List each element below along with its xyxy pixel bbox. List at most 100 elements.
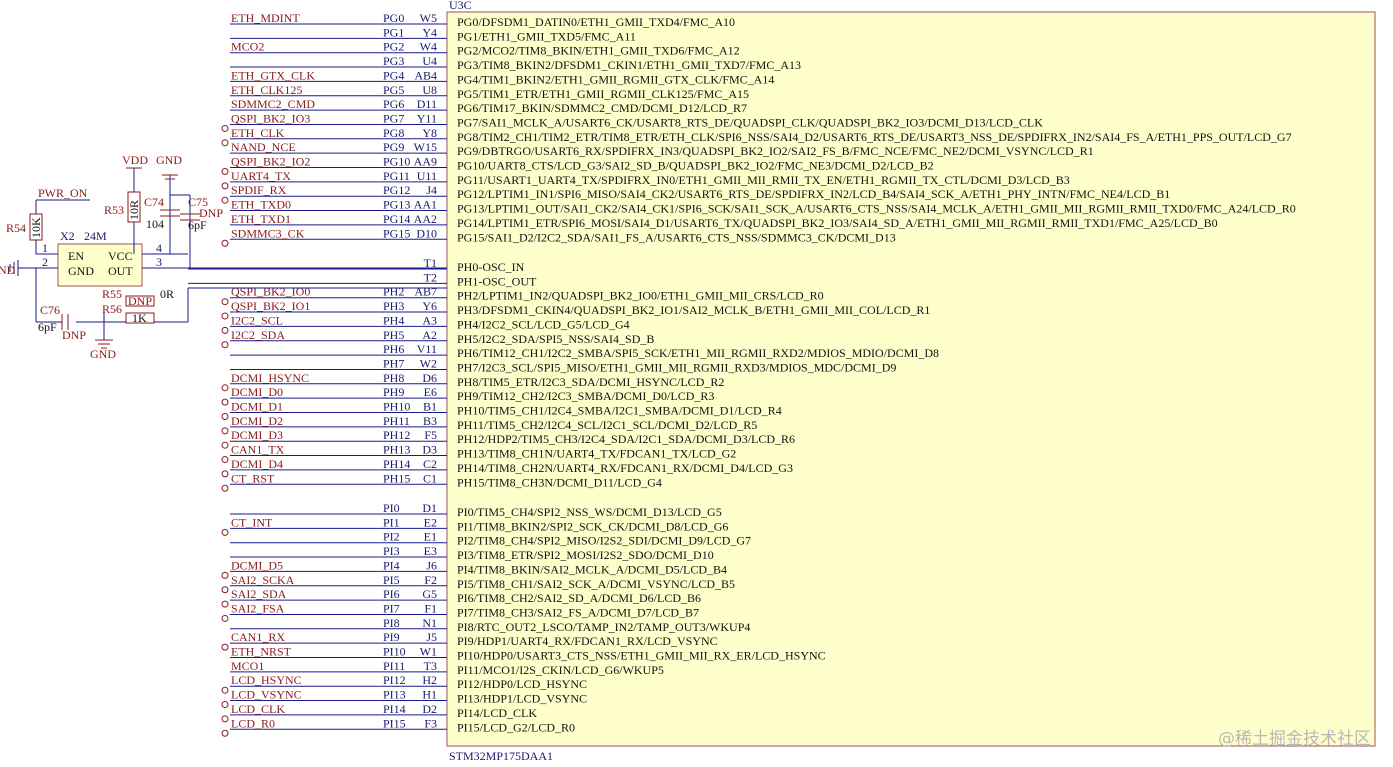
pin-name: PH5	[383, 328, 404, 342]
ball-id: T3	[424, 659, 437, 673]
net-port	[221, 139, 229, 147]
ball-id: B3	[423, 414, 437, 428]
gnd-left-label: ND	[0, 263, 16, 277]
ball-id: J6	[426, 558, 437, 572]
pin-name: PI14	[383, 702, 406, 716]
c74-ref: C74	[144, 195, 164, 209]
pwr-on-net: PWR_ON	[38, 186, 88, 200]
ball-id: E1	[424, 530, 437, 544]
alt-function: PG12/LPTIM1_IN1/SPI6_MISO/SAI4_CK2/USART…	[457, 187, 1170, 201]
net-port	[221, 298, 229, 306]
net-label: DCMI_D4	[231, 457, 283, 471]
ball-id: T2	[424, 270, 437, 284]
net-port	[221, 484, 229, 492]
pin-name: PI4	[383, 558, 400, 572]
schematic-canvas: U3C STM32MP175DAA1 ETH_MDINT PG0 W5 PG0/DFS…	[0, 0, 1376, 763]
pin-name: PG11	[383, 169, 410, 183]
net-label: NAND_NCE	[231, 140, 296, 154]
alt-function: PG10/UART8_CTS/LCD_G3/SAI2_SD_B/QUADSPI_…	[457, 159, 934, 173]
pin-name: PH4	[383, 313, 404, 327]
pin-name: PG7	[383, 111, 404, 125]
alt-function: PG3/TIM8_BKIN2/DFSDM1_CKIN1/ETH1_GMII_TX…	[457, 58, 801, 72]
ball-id: A2	[422, 328, 437, 342]
alt-function: PG2/MCO2/TIM8_BKIN/ETH1_GMII_TXD6/FMC_A1…	[457, 44, 740, 58]
net-label: QSPI_BK2_IO1	[231, 299, 310, 313]
pin-name: PI9	[383, 630, 400, 644]
x2-pin-en: EN	[68, 249, 84, 263]
pin-name: PH15	[383, 471, 410, 485]
net-label: LCD_VSYNC	[231, 688, 302, 702]
alt-function: PI3/TIM8_ETR/SPI2_MOSI/I2S2_SDO/DCMI_D10	[457, 548, 714, 562]
alt-function: PI1/TIM8_BKIN2/SPI2_SCK_CK/DCMI_D8/LCD_G…	[457, 519, 728, 533]
gnd-bottom-label: GND	[90, 347, 116, 361]
net-label: CAN1_TX	[231, 443, 285, 457]
net-label: CAN1_RX	[231, 630, 285, 644]
r54-value: 10K	[29, 217, 43, 238]
ball-id: W1	[420, 645, 437, 659]
pin-name: PG9	[383, 140, 404, 154]
alt-function: PG1/ETH1_GMII_TXD5/FMC_A11	[457, 29, 636, 43]
alt-function: PH8/TIM5_ETR/I2C3_SDA/DCMI_HSYNC/LCD_R2	[457, 375, 724, 389]
alt-function: PI12/HDP0/LCD_HSYNC	[457, 677, 587, 691]
net-port	[221, 586, 229, 594]
net-label: DCMI_D5	[231, 558, 283, 572]
alt-function: PH7/I2C3_SCL/SPI5_MISO/ETH1_GMII_MII_RGM…	[457, 360, 896, 374]
r54-ref: R54	[6, 221, 26, 235]
ball-id: Y11	[417, 111, 437, 125]
net-label: CT_INT	[231, 515, 273, 529]
net-label: DCMI_D1	[231, 400, 283, 414]
ball-id: W4	[420, 40, 437, 54]
ball-id: F1	[424, 601, 437, 615]
net-port	[221, 441, 229, 449]
alt-function: PH1-OSC_OUT	[457, 274, 537, 288]
net-port	[221, 398, 229, 406]
net-port	[221, 427, 229, 435]
net-label: QSPI_BK2_IO3	[231, 111, 310, 125]
ball-id: N1	[422, 616, 437, 630]
r56-box: 1K	[132, 311, 147, 325]
ball-id: W2	[420, 356, 437, 370]
alt-function: PI15/LCD_G2/LCD_R0	[457, 720, 575, 734]
c76-value: 6pF	[38, 320, 57, 334]
net-port	[221, 413, 229, 420]
alt-function: PG4/TIM1_BKIN2/ETH1_GMII_RGMII_GTX_CLK/F…	[457, 72, 774, 86]
alt-function: PH11/TIM5_CH2/I2C4_SCL/I2C1_SCL/DCMI_D2/…	[457, 418, 757, 432]
pin-name: PH14	[383, 457, 410, 471]
alt-function: PI8/RTC_OUT2_LSCO/TAMP_IN2/TAMP_OUT3/WKU…	[457, 620, 750, 634]
x2-pin-gnd: GND	[68, 264, 94, 278]
pin-name: PI11	[383, 659, 405, 673]
ball-id: D6	[422, 371, 437, 385]
net-label: ETH_GTX_CLK	[231, 68, 315, 82]
alt-function: PG8/TIM2_CH1/TIM2_ETR/TIM8_ETR/ETH_CLK/S…	[457, 130, 1292, 144]
alt-function: PG7/SAI1_MCLK_A/USART6_CK/USART8_RTS_DE/…	[457, 115, 1043, 129]
pin-name: PH6	[383, 342, 404, 356]
alt-function: PH9/TIM12_CH2/I2C3_SMBA/DCMI_D0/LCD_R3	[457, 389, 714, 403]
alt-function: PI2/TIM8_CH4/SPI2_MISO/I2S2_SDI/DCMI_D9/…	[457, 534, 751, 548]
x2-pin-out: OUT	[108, 264, 133, 278]
net-port	[221, 643, 229, 651]
alt-function: PH12/HDP2/TIM5_CH3/I2C4_SDA/I2C1_SDA/DCM…	[457, 432, 795, 446]
net-label: LCD_CLK	[231, 702, 285, 716]
alt-function: PG13/LPTIM1_OUT/SAI1_CK2/SAI4_CK1/SPI6_S…	[457, 202, 1296, 216]
ball-id: AA9	[414, 155, 437, 169]
x2-pin-3: 3	[156, 255, 162, 269]
r56-ref: R56	[102, 302, 122, 316]
c75-value: 6pF	[188, 218, 207, 232]
net-port	[221, 701, 229, 709]
net-port	[221, 686, 229, 694]
pin-name: PI6	[383, 587, 400, 601]
pin-name: PH13	[383, 443, 410, 457]
x2-pin-vcc: VCC	[108, 249, 133, 263]
gnd-label: GND	[156, 153, 182, 167]
net-label: DCMI_D2	[231, 414, 283, 428]
net-label: I2C2_SCL	[231, 313, 283, 327]
alt-function: PI0/TIM5_CH4/SPI2_NSS_WS/DCMI_D13/LCD_G5	[457, 505, 722, 519]
pin-name: PG2	[383, 40, 404, 54]
pin-name: PH7	[383, 356, 404, 370]
pin-name: PG12	[383, 183, 410, 197]
net-label: I2C2_SDA	[231, 328, 285, 342]
ball-id: Y6	[422, 299, 437, 313]
net-label: ETH_MDINT	[231, 11, 300, 25]
ball-id: F5	[424, 428, 437, 442]
alt-function: PG0/DFSDM1_DATIN0/ETH1_GMII_TXD4/FMC_A10	[457, 15, 735, 29]
